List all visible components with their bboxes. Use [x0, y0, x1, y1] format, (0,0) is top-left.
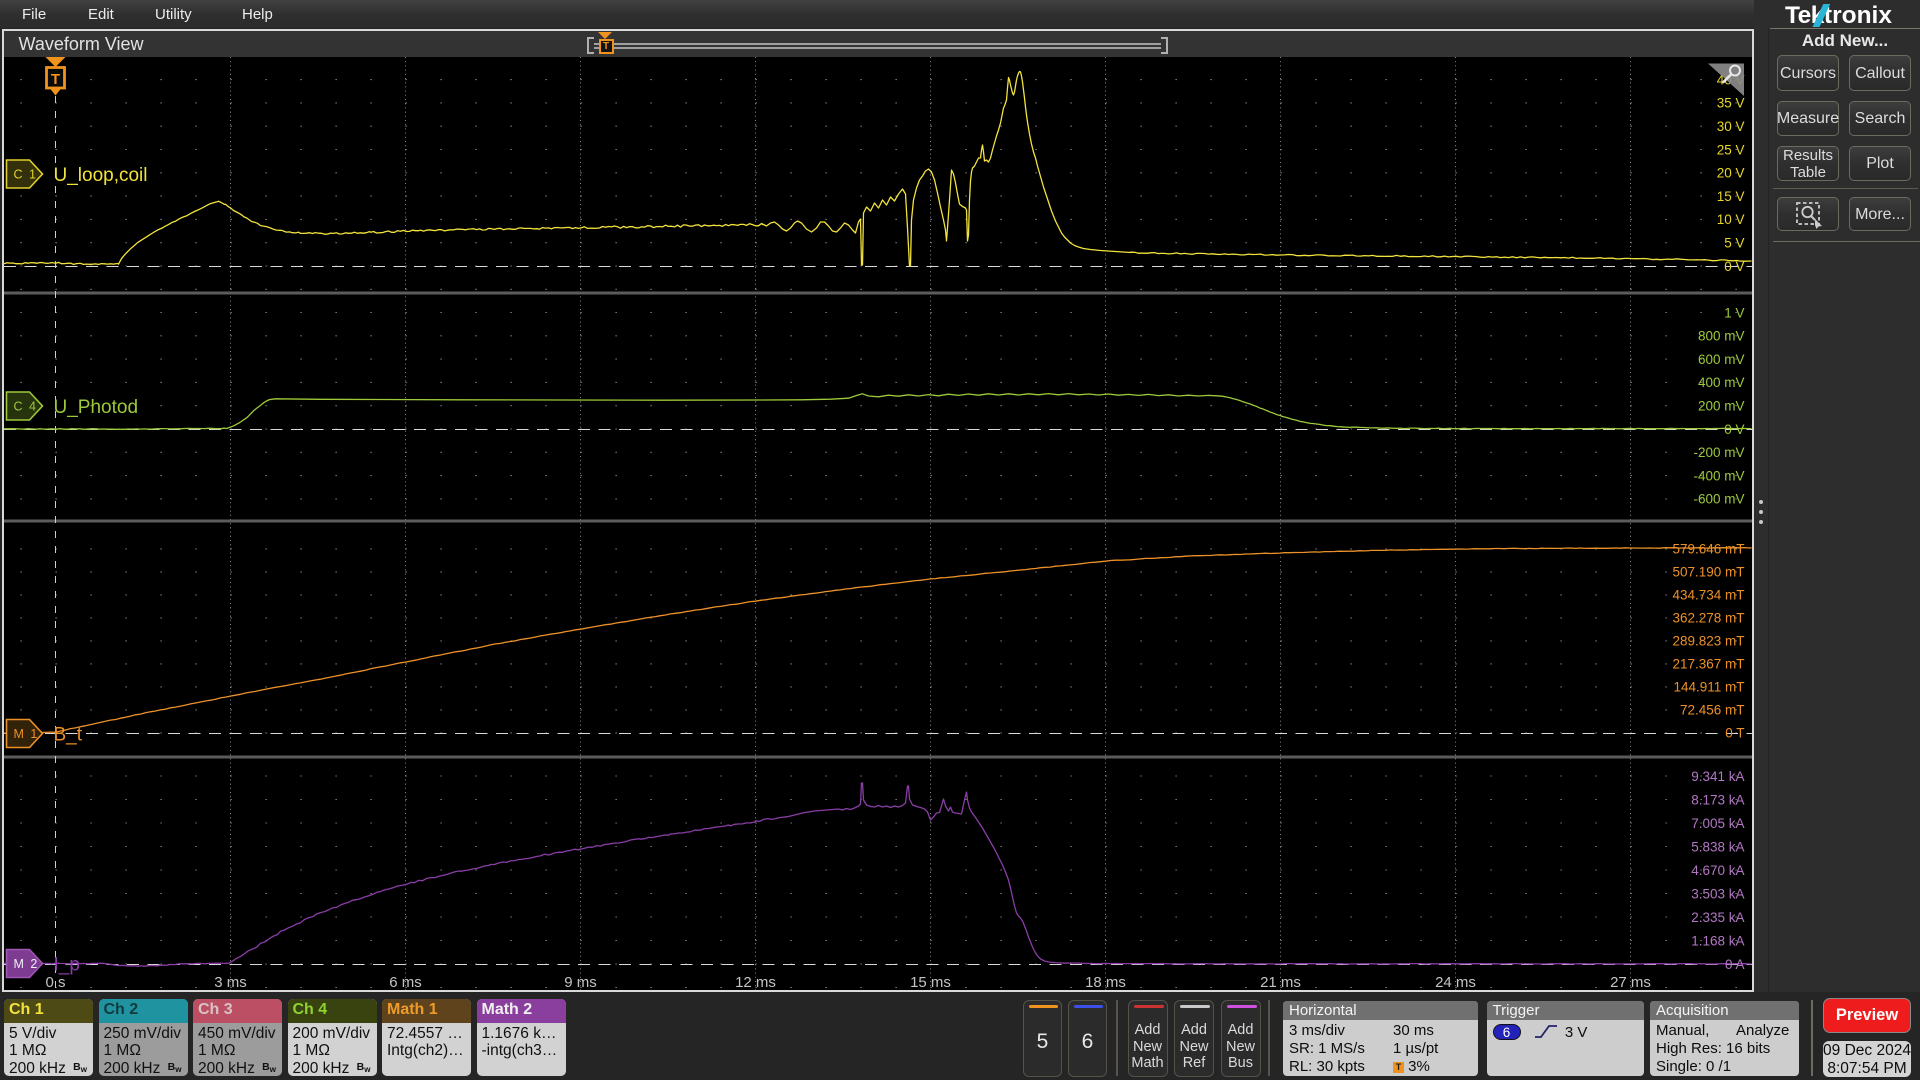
svg-text:9.341 kA: 9.341 kA — [1691, 769, 1744, 784]
svg-text:217.367 mT: 217.367 mT — [1672, 657, 1744, 672]
svg-text:507.190 mT: 507.190 mT — [1672, 565, 1744, 580]
svg-text:3 ms: 3 ms — [214, 974, 247, 990]
svg-text:0 T: 0 T — [1725, 726, 1744, 741]
svg-text:8.173 kA: 8.173 kA — [1691, 792, 1744, 807]
svg-text:6 ms: 6 ms — [389, 974, 422, 990]
svg-text:579.646 mT: 579.646 mT — [1672, 542, 1744, 557]
svg-text:C 1: C 1 — [13, 168, 37, 182]
svg-text:800 mV: 800 mV — [1697, 329, 1744, 344]
svg-text:C 4: C 4 — [13, 400, 37, 414]
svg-text:18 ms: 18 ms — [1085, 974, 1126, 990]
svg-text:144.911 mT: 144.911 mT — [1673, 680, 1744, 695]
svg-text:0 V: 0 V — [1724, 259, 1744, 274]
svg-text:0 V: 0 V — [1724, 422, 1744, 437]
svg-text:15 V: 15 V — [1716, 189, 1744, 204]
svg-text:200 mV: 200 mV — [1697, 399, 1744, 414]
svg-text:72.456 mT: 72.456 mT — [1679, 703, 1744, 718]
svg-text:600 mV: 600 mV — [1697, 352, 1744, 367]
svg-text:12 ms: 12 ms — [735, 974, 776, 990]
svg-text:M 2: M 2 — [13, 957, 38, 971]
svg-text:4.670 kA: 4.670 kA — [1691, 863, 1744, 878]
svg-text:T: T — [50, 71, 59, 88]
svg-text:15 ms: 15 ms — [910, 974, 951, 990]
svg-text:1 V: 1 V — [1724, 305, 1744, 320]
svg-text:-600 mV: -600 mV — [1693, 492, 1744, 507]
svg-text:434.734 mT: 434.734 mT — [1672, 588, 1744, 603]
svg-text:30 V: 30 V — [1716, 119, 1744, 134]
svg-text:2.335 kA: 2.335 kA — [1691, 910, 1744, 925]
svg-text:0 s: 0 s — [45, 974, 65, 990]
svg-text:289.823 mT: 289.823 mT — [1672, 634, 1744, 649]
svg-text:21 ms: 21 ms — [1260, 974, 1301, 990]
svg-text:10 V: 10 V — [1716, 212, 1744, 227]
svg-text:5 V: 5 V — [1724, 236, 1744, 251]
svg-text:9 ms: 9 ms — [564, 974, 597, 990]
svg-text:5.838 kA: 5.838 kA — [1691, 839, 1744, 854]
svg-text:27 ms: 27 ms — [1610, 974, 1651, 990]
svg-text:I_p: I_p — [53, 955, 79, 976]
svg-text:-200 mV: -200 mV — [1693, 445, 1744, 460]
svg-text:35 V: 35 V — [1716, 96, 1744, 111]
svg-text:3.503 kA: 3.503 kA — [1691, 886, 1744, 901]
svg-text:U_Photod: U_Photod — [53, 397, 138, 418]
svg-text:U_loop,coil: U_loop,coil — [53, 165, 147, 186]
svg-text:25 V: 25 V — [1716, 142, 1744, 157]
svg-text:B_t: B_t — [53, 725, 82, 746]
svg-text:1.168 kA: 1.168 kA — [1691, 933, 1744, 948]
svg-text:7.005 kA: 7.005 kA — [1691, 816, 1744, 831]
svg-text:-400 mV: -400 mV — [1693, 468, 1744, 483]
svg-text:20 V: 20 V — [1716, 166, 1744, 181]
svg-text:24 ms: 24 ms — [1435, 974, 1476, 990]
svg-text:M 1: M 1 — [13, 727, 38, 741]
svg-text:362.278 mT: 362.278 mT — [1672, 611, 1744, 626]
svg-text:400 mV: 400 mV — [1697, 375, 1744, 390]
svg-text:0 A: 0 A — [1724, 957, 1744, 972]
